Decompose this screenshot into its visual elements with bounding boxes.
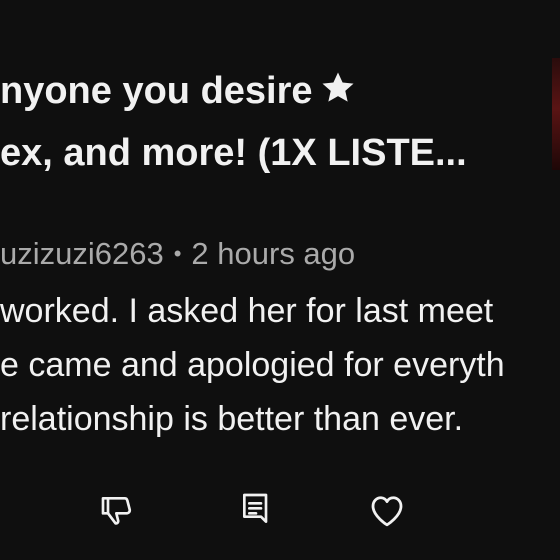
video-title-line-1-text: nyone you desire — [0, 70, 313, 112]
comment-screen: nyone you desire ex, and more! (1X LISTE… — [0, 0, 560, 560]
comment-actions — [0, 488, 560, 536]
comment-timestamp: 2 hours ago — [191, 236, 356, 271]
comment-body: worked. I asked her for last meet e came… — [0, 284, 505, 446]
star-icon — [319, 66, 357, 124]
comment-icon — [236, 490, 276, 535]
dislike-button[interactable] — [94, 488, 142, 536]
video-title-line-1: nyone you desire — [0, 62, 540, 124]
meta-separator: • — [173, 241, 182, 266]
comment-line: relationship is better than ever. — [0, 400, 464, 438]
reply-button[interactable] — [232, 488, 280, 536]
comment-author[interactable]: uzizuzi6263 — [0, 236, 164, 271]
like-button[interactable] — [363, 488, 411, 536]
comment-meta: uzizuzi6263 • 2 hours ago — [0, 232, 355, 276]
comment-line: e came and apologied for everyth — [0, 346, 505, 384]
comment-line: worked. I asked her for last meet — [0, 292, 494, 330]
video-title[interactable]: nyone you desire ex, and more! (1X LISTE… — [0, 62, 540, 182]
heart-icon — [366, 489, 408, 536]
thumbs-down-icon — [98, 490, 138, 535]
video-title-line-2: ex, and more! (1X LISTE... — [0, 132, 467, 174]
video-thumbnail[interactable] — [552, 58, 560, 170]
